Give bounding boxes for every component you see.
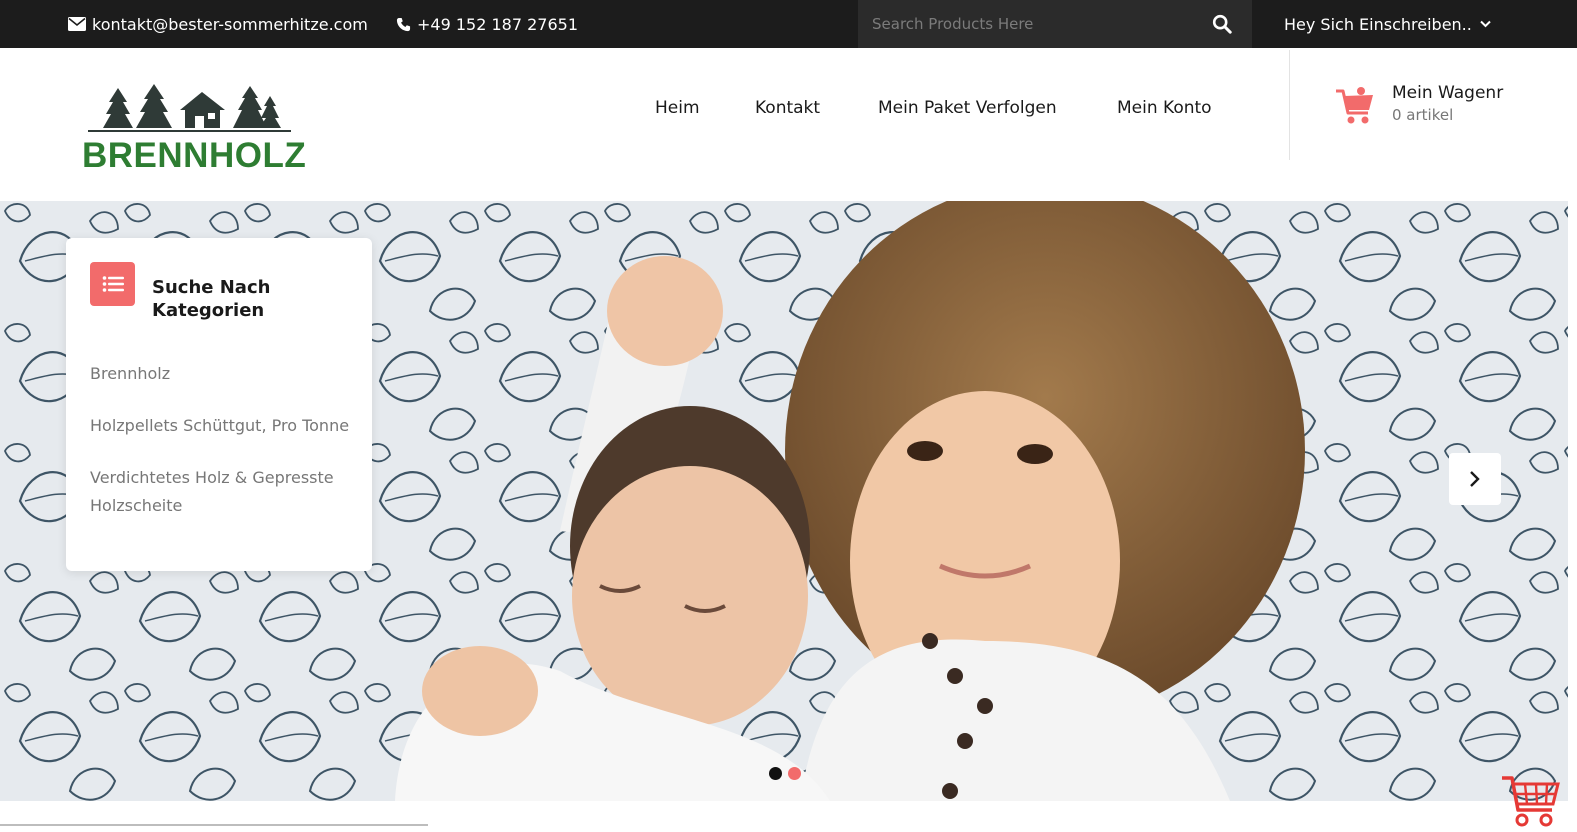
header-cart[interactable]: Mein Wagenr 0 artikel bbox=[1334, 82, 1503, 126]
nav-item-paket-verfolgen[interactable]: Mein Paket Verfolgen bbox=[878, 98, 1057, 118]
phone-text: +49 152 187 27651 bbox=[417, 14, 578, 34]
slider-dot[interactable] bbox=[769, 767, 782, 780]
category-list: Brennholz Holzpellets Schüttgut, Pro Ton… bbox=[90, 360, 360, 544]
section-divider bbox=[0, 824, 428, 826]
chevron-right-icon bbox=[1470, 471, 1480, 487]
signup-label: Hey Sich Einschreiben.. bbox=[1284, 14, 1472, 34]
category-panel: Suche Nach Kategorien Brennholz Holzpell… bbox=[66, 238, 372, 571]
phone-icon bbox=[396, 17, 411, 31]
header-divider bbox=[1289, 50, 1290, 160]
nav-item-mein-konto[interactable]: Mein Konto bbox=[1117, 98, 1212, 118]
category-item-verdichtetes-holz[interactable]: Verdichtetes Holz & Gepresste Holzscheit… bbox=[90, 464, 360, 520]
category-panel-title: Suche Nach Kategorien bbox=[152, 277, 271, 321]
top-bar: kontakt@bester-sommerhitze.com +49 152 1… bbox=[0, 0, 1577, 48]
nav-item-kontakt[interactable]: Kontakt bbox=[755, 98, 820, 118]
search-button[interactable] bbox=[1210, 12, 1234, 36]
cart-title: Mein Wagenr bbox=[1392, 83, 1504, 103]
search-input[interactable] bbox=[858, 0, 1198, 48]
brand-logo[interactable]: BRENNHOLZ bbox=[82, 82, 306, 175]
nav-item-heim[interactable]: Heim bbox=[655, 98, 700, 118]
slider-next-button[interactable] bbox=[1449, 453, 1501, 505]
slider-dot[interactable] bbox=[788, 767, 801, 780]
hero-slider: Suche Nach Kategorien Brennholz Holzpell… bbox=[0, 201, 1568, 801]
category-item-holzpellets[interactable]: Holzpellets Schüttgut, Pro Tonne bbox=[90, 412, 360, 440]
cart-icon bbox=[1336, 87, 1373, 124]
cart-summary: Mein Wagenr 0 artikel bbox=[1392, 82, 1503, 126]
search-icon bbox=[1212, 14, 1232, 34]
cart-icon bbox=[1502, 776, 1560, 827]
signup-dropdown[interactable]: Hey Sich Einschreiben.. bbox=[1284, 0, 1491, 48]
email-text: kontakt@bester-sommerhitze.com bbox=[92, 14, 368, 34]
slider-dots bbox=[769, 767, 801, 780]
site-header: BRENNHOLZ Heim Kontakt Mein Paket Verfol… bbox=[0, 48, 1577, 201]
search-box bbox=[858, 0, 1252, 48]
logo-text: BRENNHOLZ bbox=[82, 136, 307, 175]
category-item-brennholz[interactable]: Brennholz bbox=[90, 360, 360, 388]
envelope-icon bbox=[68, 17, 86, 31]
contact-email[interactable]: kontakt@bester-sommerhitze.com bbox=[68, 0, 368, 48]
floating-cart-button[interactable] bbox=[1500, 772, 1560, 828]
contact-phone[interactable]: +49 152 187 27651 bbox=[396, 0, 578, 48]
chevron-down-icon bbox=[1480, 20, 1491, 28]
cart-count: 0 artikel bbox=[1392, 106, 1454, 124]
list-icon bbox=[90, 262, 135, 306]
logo-trees-icon bbox=[88, 84, 291, 132]
